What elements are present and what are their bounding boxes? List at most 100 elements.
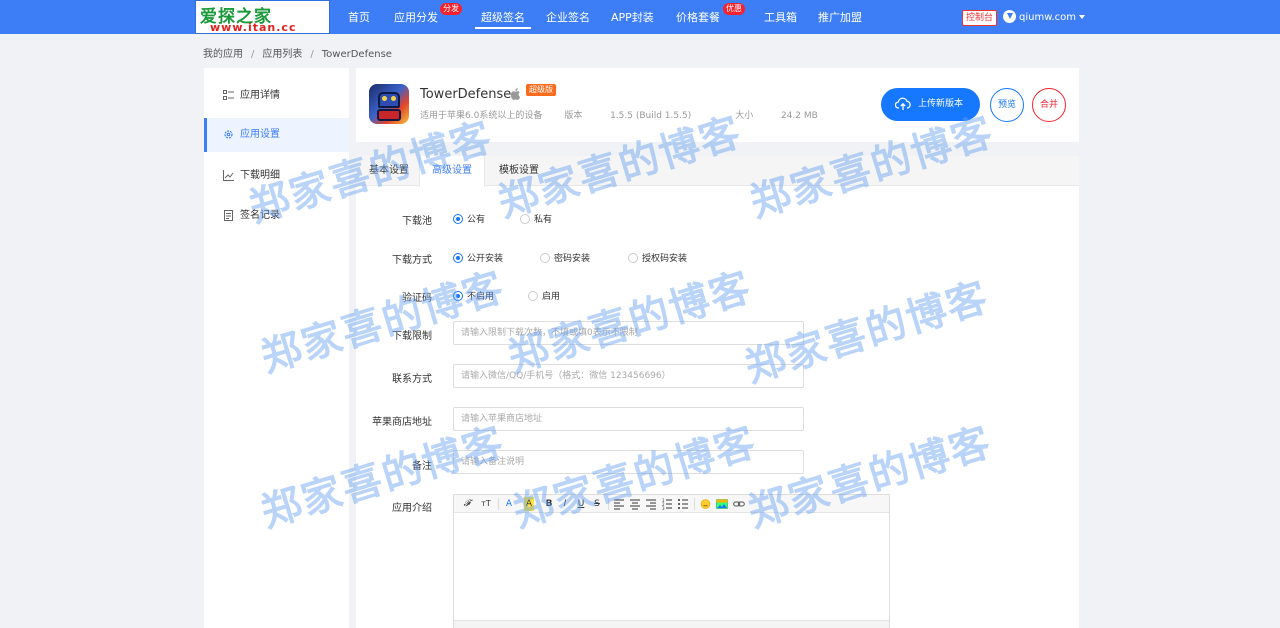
contact-label: 联系方式 [392, 374, 432, 385]
app-compat: 适用于苹果6.0系统以上的设备 [420, 111, 543, 121]
breadcrumb-my-apps[interactable]: 我的应用 [203, 49, 243, 60]
editor-resize-handle[interactable] [454, 620, 889, 628]
breadcrumb: 我的应用 / 应用列表 / TowerDefense [203, 49, 392, 60]
align-center-icon[interactable] [630, 497, 640, 511]
nav-affiliate[interactable]: 推广加盟 [818, 0, 862, 34]
radio-label: 授权码安装 [642, 254, 688, 264]
radio-label: 密码安装 [554, 254, 591, 264]
nav-pricing[interactable]: 价格套餐 [676, 0, 720, 34]
sidebar-item-label: 签名记录 [240, 210, 280, 221]
preview-button[interactable]: 预览 [990, 88, 1024, 122]
nav-distribution[interactable]: 应用分发 [394, 0, 438, 34]
logo[interactable]: 爱探之家 www.itan.cc [195, 0, 330, 34]
app-icon [369, 84, 409, 124]
breadcrumb-current: TowerDefense [321, 49, 392, 60]
version-label: 版本 [564, 111, 583, 121]
bold-button[interactable]: B [544, 497, 554, 511]
image-icon[interactable] [716, 497, 728, 511]
radio-checked-icon [453, 214, 463, 224]
radio-label: 启用 [542, 292, 561, 302]
sidebar-item-app-settings[interactable]: 应用设置 [204, 118, 349, 152]
svg-text:3: 3 [662, 506, 665, 511]
settings-tabs: 基本设置 高级设置 模板设置 [356, 156, 1079, 187]
chart-icon [223, 170, 234, 181]
radio-captcha-off[interactable]: 不启用 [453, 289, 494, 302]
tab-advanced-settings[interactable]: 高级设置 [419, 156, 485, 187]
font-size-button[interactable]: ᴛT [478, 497, 494, 511]
avatar-icon [1003, 10, 1016, 23]
sidebar-item-sign-record[interactable]: 签名记录 [204, 199, 349, 233]
edition-tag: 超级版 [526, 84, 556, 96]
radio-mode-public[interactable]: 公开安装 [453, 251, 503, 264]
underline-button[interactable]: U [576, 497, 586, 511]
italic-button[interactable]: I [560, 497, 570, 511]
ordered-list-icon[interactable]: 123 [662, 497, 672, 511]
radio-label: 公开安装 [467, 254, 504, 264]
highlight-button[interactable]: A [524, 497, 534, 511]
bullet-list-icon[interactable] [678, 497, 688, 511]
align-left-icon[interactable] [614, 497, 624, 511]
radio-pool-private[interactable]: 私有 [520, 212, 552, 225]
username: qiumw.com [1019, 12, 1077, 23]
gear-icon [224, 130, 233, 139]
radio-label: 私有 [534, 215, 553, 225]
radio-captcha-on[interactable]: 启用 [528, 289, 560, 302]
editor-toolbar: 𝓕 ᴛT A A B I U S 123 [454, 495, 889, 513]
download-pool-label: 下载池 [402, 216, 432, 227]
radio-pool-public[interactable]: 公有 [453, 212, 485, 225]
breadcrumb-app-list[interactable]: 应用列表 [262, 49, 302, 60]
nav-distribution-badge: 分发 [440, 3, 462, 15]
strikethrough-button[interactable]: S [592, 497, 602, 511]
nav-super-sign[interactable]: 超级签名 [475, 0, 531, 34]
radio-mode-password[interactable]: 密码安装 [540, 251, 590, 264]
font-family-button[interactable]: 𝓕 [460, 497, 474, 511]
main-panel: TowerDefense 超级版 适用于苹果6.0系统以上的设备 版本 1.5.5… [356, 68, 1079, 628]
rich-text-editor[interactable]: 𝓕 ᴛT A A B I U S 123 [453, 494, 890, 628]
section-divider [356, 142, 1079, 156]
radio-label: 公有 [467, 215, 486, 225]
nav-enterprise-sign[interactable]: 企业签名 [546, 0, 590, 34]
radio-unchecked-icon [540, 253, 550, 263]
contact-input[interactable] [453, 364, 804, 388]
appstore-url-input[interactable] [453, 407, 804, 431]
sidebar: 应用详情 应用设置 下载明细 签名记录 [204, 68, 349, 628]
list-icon [223, 90, 234, 100]
console-button[interactable]: 控制台 [962, 10, 998, 26]
link-icon[interactable] [733, 497, 745, 511]
tab-basic-settings[interactable]: 基本设置 [356, 156, 422, 186]
apple-icon [510, 88, 521, 100]
merge-button[interactable]: 合并 [1032, 88, 1066, 122]
size-label: 大小 [735, 111, 754, 121]
nav-pricing-badge: 优惠 [723, 3, 745, 15]
emoji-icon[interactable] [700, 497, 711, 511]
remark-label: 备注 [412, 461, 432, 472]
font-color-button[interactable]: A [504, 497, 514, 511]
align-right-icon[interactable] [646, 497, 656, 511]
captcha-label: 验证码 [402, 293, 432, 304]
sidebar-item-download-detail[interactable]: 下载明细 [204, 159, 349, 193]
download-limit-label: 下载限制 [392, 331, 432, 342]
radio-label: 不启用 [467, 292, 495, 302]
top-nav: 爱探之家 www.itan.cc 首页 应用分发 分发 超级签名 企业签名 AP… [0, 0, 1280, 34]
nav-app-wrap[interactable]: APP封装 [611, 0, 654, 34]
sidebar-item-app-detail[interactable]: 应用详情 [204, 79, 349, 113]
intro-label: 应用介绍 [392, 503, 432, 514]
radio-mode-authcode[interactable]: 授权码安装 [628, 251, 687, 264]
remark-input[interactable] [453, 450, 804, 474]
chevron-down-icon [1079, 15, 1086, 19]
radio-unchecked-icon [520, 214, 530, 224]
nav-toolbox[interactable]: 工具箱 [764, 0, 797, 34]
radio-unchecked-icon [628, 253, 638, 263]
user-menu[interactable]: qiumw.com [1003, 10, 1086, 26]
upload-new-version-button[interactable]: 上传新版本 [881, 88, 980, 121]
app-meta: 适用于苹果6.0系统以上的设备 版本 1.5.5 (Build 1.5.5) 大小 … [420, 108, 862, 121]
app-name: TowerDefense [420, 87, 512, 102]
sidebar-item-label: 应用设置 [240, 129, 280, 140]
app-version: 1.5.5 (Build 1.5.5) [610, 111, 692, 121]
tab-template-settings[interactable]: 模板设置 [486, 156, 552, 186]
download-limit-input[interactable] [453, 321, 804, 345]
appstore-url-label: 苹果商店地址 [372, 417, 432, 428]
app-size: 24.2 MB [780, 111, 818, 121]
download-mode-label: 下载方式 [392, 255, 432, 266]
nav-home[interactable]: 首页 [348, 0, 370, 34]
